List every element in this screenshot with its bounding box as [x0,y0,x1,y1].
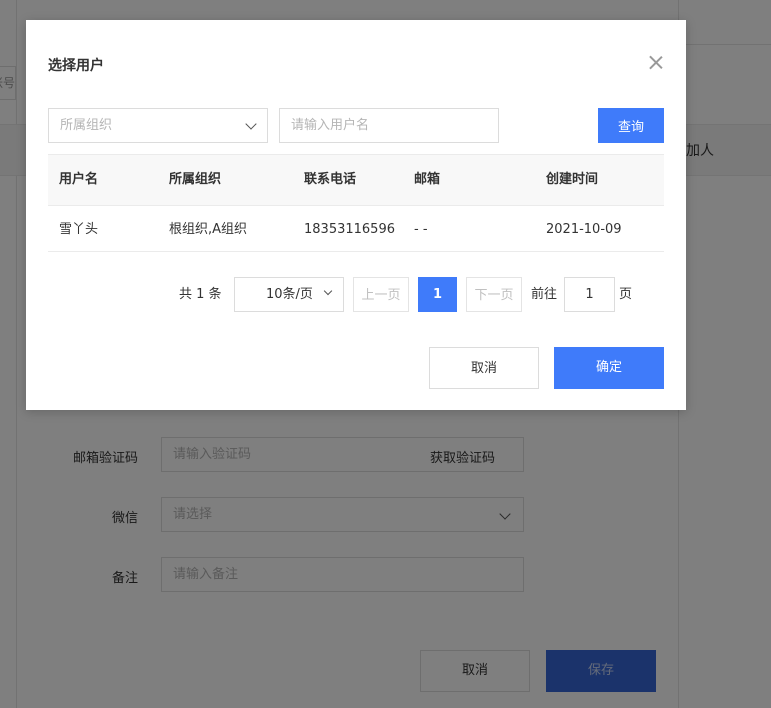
close-icon[interactable] [648,55,664,71]
prev-page-button[interactable]: 上一页 [353,277,409,312]
username-input[interactable]: 请输入用户名 [279,108,499,143]
pagination: 共 1 条 10条/页 上一页 1 下一页 前往 1 页 [26,277,686,312]
cell-org: 根组织,A组织 [169,222,248,237]
header-org: 所属组织 [169,172,222,187]
select-user-dialog: 选择用户 所属组织 请输入用户名 查询 用户名 所属组织 联系电话 邮箱 创建时… [26,20,686,410]
table-row[interactable]: 雪丫头 根组织,A组织 18353116596 - - 2021-10-09 [48,206,664,252]
chevron-down-icon [323,286,333,296]
user-table: 用户名 所属组织 联系电话 邮箱 创建时间 雪丫头 根组织,A组织 183531… [48,154,664,252]
org-select[interactable]: 所属组织 [48,108,268,143]
cancel-button[interactable]: 取消 [429,347,539,389]
cell-phone: 18353116596 [304,222,395,237]
cell-created: 2021-10-09 [546,222,622,237]
total-count: 共 1 条 [179,287,222,302]
cell-email: - - [414,222,428,237]
goto-label: 前往 [531,287,558,302]
chevron-down-icon [245,118,257,130]
confirm-button[interactable]: 确定 [554,347,664,389]
page-size-select[interactable]: 10条/页 [234,277,344,312]
header-phone: 联系电话 [304,172,357,187]
header-created: 创建时间 [546,172,599,187]
page-number-button[interactable]: 1 [418,277,457,312]
dialog-title: 选择用户 [48,58,104,74]
table-header: 用户名 所属组织 联系电话 邮箱 创建时间 [48,154,664,206]
page-unit-label: 页 [619,287,633,302]
header-username: 用户名 [59,172,99,187]
header-email: 邮箱 [414,172,441,187]
cell-username: 雪丫头 [59,222,99,237]
goto-page-input[interactable]: 1 [564,277,615,312]
next-page-button[interactable]: 下一页 [466,277,522,312]
query-button[interactable]: 查询 [598,108,664,143]
